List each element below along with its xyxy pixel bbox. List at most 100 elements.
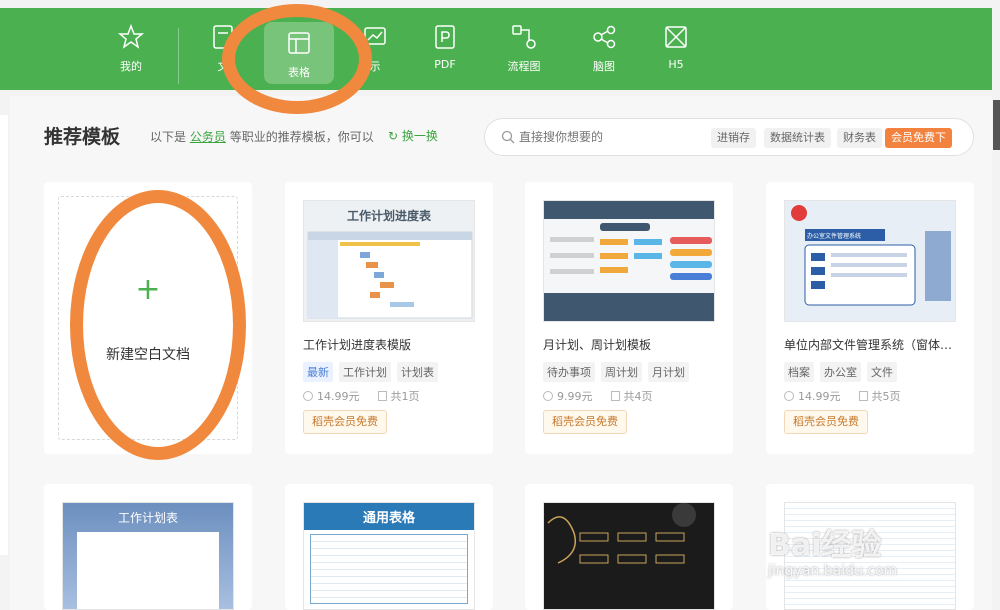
- h5-icon: [665, 26, 687, 48]
- nav-item-table[interactable]: 表格: [264, 22, 334, 84]
- thumbnail-table: [77, 532, 219, 609]
- template-card[interactable]: 工作计划进度表 工作计划进度表模版 最新 工作计划 计划表 14.99元 共1页…: [285, 182, 493, 454]
- recommend-description: 以下是 公务员 等职业的推荐模板，你可以: [150, 128, 374, 145]
- star-icon: [117, 23, 145, 49]
- template-thumbnail: [543, 200, 715, 322]
- nav-item-label: 表格: [288, 66, 310, 79]
- refresh-icon: ↻: [388, 129, 399, 143]
- template-thumbnail: 工作计划表: [62, 502, 234, 610]
- nav-item-label: 脑图: [593, 60, 615, 73]
- nav-item-pdf[interactable]: PDF: [410, 22, 480, 71]
- baidu-watermark-logo: Bai经验: [768, 528, 882, 563]
- mindmap-icon: [593, 25, 616, 49]
- gantt-thumbnail: [307, 231, 473, 319]
- template-tag[interactable]: 文件: [867, 362, 897, 382]
- template-tag[interactable]: 办公室: [820, 362, 861, 382]
- template-tag[interactable]: 待办事项: [543, 362, 595, 382]
- template-pages: 共1页: [390, 390, 420, 403]
- nav-item-mindmap[interactable]: 脑图: [569, 22, 639, 74]
- baidu-watermark-url: jingyan.baidu.com: [768, 563, 898, 579]
- page-title: 推荐模板: [44, 126, 121, 148]
- thumbnail-title: 办公室文件管理系统: [807, 233, 862, 240]
- template-price: 14.99元: [317, 390, 360, 403]
- new-blank-dropzone: [58, 196, 238, 440]
- table-icon: [288, 32, 310, 54]
- new-blank-label: 新建空白文档: [106, 347, 190, 363]
- search-bar: 进销存 数据统计表 财务表 会员免费下: [484, 118, 974, 156]
- refresh-label: 换一换: [401, 129, 438, 143]
- template-tag[interactable]: 计划表: [397, 362, 438, 382]
- price-icon: [303, 391, 313, 401]
- template-card[interactable]: 工作计划表: [44, 484, 252, 610]
- nav-item-document[interactable]: 文: [188, 22, 258, 74]
- template-tag[interactable]: 月计划: [648, 362, 689, 382]
- document-icon: [213, 25, 233, 49]
- member-free-badge[interactable]: 稻壳会员免费: [543, 410, 627, 434]
- template-name[interactable]: 月计划、周计划模板: [543, 336, 723, 353]
- pages-icon: [610, 391, 620, 401]
- template-thumbnail: 工作计划进度表: [303, 200, 475, 322]
- scrollbar-thumb[interactable]: [993, 100, 1000, 150]
- refresh-button[interactable]: ↻ 换一换: [388, 127, 438, 144]
- template-tags: 档案 办公室 文件: [784, 362, 897, 382]
- template-card[interactable]: [525, 484, 733, 610]
- thumbnail-title: 通用表格: [304, 503, 474, 530]
- template-pages: 共5页: [871, 390, 901, 403]
- nav-item-label: 文: [217, 60, 229, 73]
- member-free-badge[interactable]: 稻壳会员免费: [303, 410, 387, 434]
- search-input[interactable]: [519, 128, 699, 146]
- thumbnail-table: [310, 534, 468, 604]
- nav-item-h5[interactable]: H5: [641, 22, 711, 71]
- dark-thumbnail: [547, 503, 696, 564]
- nav-item-label: 我的: [120, 60, 142, 73]
- price-icon: [543, 391, 553, 401]
- template-meta: 14.99元 共1页: [303, 388, 420, 404]
- search-icon: [501, 130, 515, 144]
- template-tag[interactable]: 最新: [303, 362, 333, 382]
- recommend-suffix: 等职业的推荐模板，你可以: [229, 130, 374, 144]
- template-name[interactable]: 工作计划进度表模版: [303, 336, 483, 353]
- thumbnail-title: 工作计划进度表: [346, 209, 431, 223]
- nav-item-label: 示: [369, 60, 381, 73]
- template-tag[interactable]: 周计划: [601, 362, 642, 382]
- template-tag[interactable]: 工作计划: [339, 362, 391, 382]
- nav-divider: [178, 28, 179, 84]
- member-free-badge[interactable]: 稻壳会员免费: [784, 410, 868, 434]
- flowchart-icon: [512, 25, 536, 49]
- nav-item-label: H5: [668, 58, 684, 71]
- pages-icon: [377, 391, 387, 401]
- top-navigation-bar: 我的 文 表格 示 PDF 流程图 脑图 H5: [0, 8, 992, 90]
- presentation-icon: [364, 27, 386, 45]
- template-meta: 14.99元 共5页: [784, 388, 901, 404]
- template-tag[interactable]: 档案: [784, 362, 814, 382]
- template-price: 9.99元: [557, 390, 593, 403]
- template-tags: 最新 工作计划 计划表: [303, 362, 438, 382]
- new-blank-document-card[interactable]: + 新建空白文档: [44, 182, 252, 454]
- template-name[interactable]: 单位内部文件管理系统（窗体…: [784, 336, 964, 353]
- template-card[interactable]: 办公室文件管理系统 单位内部文件管理系统（窗体… 档案 办公室 文件 14.99…: [766, 182, 974, 454]
- pdf-icon: [435, 25, 455, 49]
- plan-thumbnail: [544, 201, 714, 321]
- plus-icon: +: [135, 272, 161, 307]
- nav-item-label: PDF: [434, 58, 456, 71]
- recommend-prefix: 以下是: [150, 130, 187, 144]
- left-sidebar-edge: [0, 115, 8, 555]
- template-pages: 共4页: [623, 390, 653, 403]
- nav-item-mine[interactable]: 我的: [96, 22, 166, 74]
- template-thumbnail: [543, 502, 715, 610]
- search-tag-finance[interactable]: 财务表: [837, 128, 882, 148]
- template-card[interactable]: 月计划、周计划模板 待办事项 周计划 月计划 9.99元 共4页 稻壳会员免费: [525, 182, 733, 454]
- nav-item-presentation[interactable]: 示: [340, 22, 410, 74]
- nav-item-flowchart[interactable]: 流程图: [489, 22, 559, 74]
- template-card[interactable]: 通用表格: [285, 484, 493, 610]
- file-system-thumbnail: [785, 201, 955, 321]
- nav-item-label: 流程图: [507, 60, 541, 73]
- template-price: 14.99元: [798, 390, 841, 403]
- template-thumbnail: 通用表格: [303, 502, 475, 610]
- search-tag-statistics[interactable]: 数据统计表: [764, 128, 831, 148]
- search-tag-inventory[interactable]: 进销存: [711, 128, 756, 148]
- search-tag-member-free[interactable]: 会员免费下: [885, 128, 952, 148]
- template-meta: 9.99元 共4页: [543, 388, 653, 404]
- template-thumbnail: 办公室文件管理系统: [784, 200, 956, 322]
- profession-link[interactable]: 公务员: [190, 130, 226, 144]
